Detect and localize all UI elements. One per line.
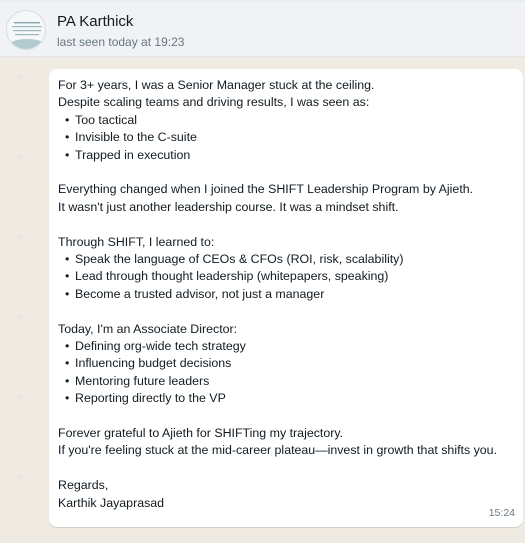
chat-header[interactable]: PA Karthick last seen today at 19:23: [0, 0, 525, 57]
sender-signature: Karthik Jayaprasad: [58, 495, 165, 510]
message-line: Through SHIFT, I learned to:: [58, 234, 215, 249]
bullet-text: Influencing budget decisions: [75, 356, 232, 371]
bullet-item: • Too tactical: [58, 112, 514, 129]
bullet-item: • Invisible to the C-suite: [58, 129, 514, 146]
bullet-text: Mentoring future leaders: [75, 373, 210, 388]
bullet-point: •: [65, 356, 70, 371]
message-bubble[interactable]: For 3+ years, I was a Senior Manager stu…: [49, 69, 523, 527]
bullet-text: Speak the language of CEOs & CFOs (ROI, …: [75, 252, 404, 267]
message-line: If you're feeling stuck at the mid-caree…: [58, 443, 498, 458]
bullet-point: •: [65, 339, 70, 354]
bullet-item: • Trapped in execution: [58, 147, 514, 164]
bullet-point: •: [65, 269, 70, 284]
message-line: Despite scaling teams and driving result…: [58, 95, 370, 110]
chat-area[interactable]: For 3+ years, I was a Senior Manager stu…: [0, 57, 525, 543]
bullet-text: Too tactical: [75, 112, 137, 127]
signoff-line: Regards,: [58, 478, 109, 493]
bullet-point: •: [65, 147, 70, 162]
bullet-text: Become a trusted advisor, not just a man…: [75, 286, 325, 301]
bullet-item: • Defining org-wide tech strategy: [58, 338, 514, 355]
bullet-item: • Lead through thought leadership (whitep…: [58, 268, 514, 285]
bullet-point: •: [65, 373, 70, 388]
bullet-text: Invisible to the C-suite: [75, 130, 197, 145]
bullet-point: •: [65, 252, 70, 267]
message-line: Today, I'm an Associate Director:: [58, 321, 238, 336]
bullet-text: Reporting directly to the VP: [75, 391, 226, 406]
message-line: Forever grateful to Ajieth for SHIFTing …: [58, 426, 344, 441]
message-line: It wasn't just another leadership course…: [58, 199, 399, 214]
bullet-point: •: [65, 130, 70, 145]
profile-picture-icon[interactable]: [6, 10, 46, 50]
last-seen-status: last seen today at 19:23: [57, 35, 185, 49]
contact-name[interactable]: PA Karthick: [57, 13, 133, 30]
bullet-text: Lead through thought leadership (whitepa…: [75, 269, 389, 284]
bullet-point: •: [65, 391, 70, 406]
message-timestamp: 15:24: [488, 506, 515, 519]
message-line: Everything changed when I joined the SHI…: [58, 182, 474, 197]
bullet-point: •: [65, 286, 70, 301]
avatar-image: [7, 11, 45, 49]
bullet-text: Defining org-wide tech strategy: [75, 339, 246, 354]
bullet-item: • Mentoring future leaders: [58, 373, 514, 390]
bullet-point: •: [65, 112, 70, 127]
message-line: For 3+ years, I was a Senior Manager stu…: [58, 78, 375, 92]
bullet-text: Trapped in execution: [75, 147, 191, 162]
bullet-item: • Become a trusted advisor, not just a ma…: [58, 286, 514, 303]
bullet-item: • Speak the language of CEOs & CFOs (ROI,…: [58, 251, 514, 268]
bullet-item: • Reporting directly to the VP: [58, 390, 514, 407]
bullet-item: • Influencing budget decisions: [58, 355, 514, 372]
